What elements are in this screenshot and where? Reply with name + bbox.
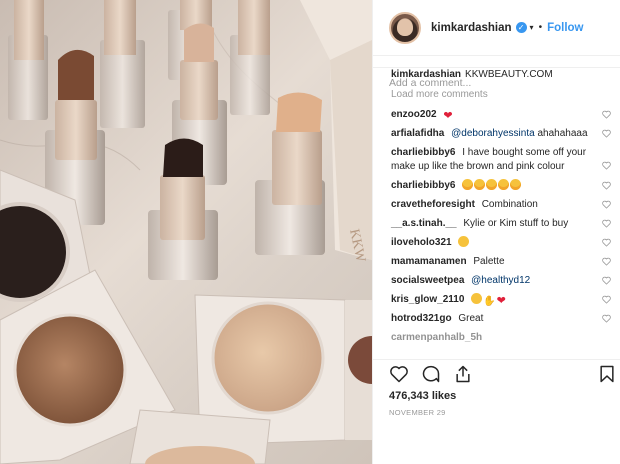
comment-username[interactable]: iloveholo321: [391, 237, 452, 248]
comment-item: charliebibby6 I have bought some off you…: [391, 146, 611, 174]
like-comment-heart-icon[interactable]: [602, 314, 611, 323]
lipstick-photo: KKW: [0, 0, 372, 464]
heart-eyes-emoji-icon: [471, 293, 483, 304]
comment-item: charliebibby6: [391, 179, 611, 193]
add-comment-input[interactable]: [389, 77, 589, 89]
comment-bubble-icon[interactable]: [421, 364, 441, 384]
comment-username[interactable]: kris_glow_2110: [391, 294, 464, 305]
comment-text: Great: [458, 313, 484, 324]
comment-mention[interactable]: @deborahyessinta: [451, 128, 535, 139]
like-comment-heart-icon[interactable]: [602, 110, 611, 119]
comment-text: Combination: [481, 199, 538, 210]
share-icon[interactable]: [453, 364, 473, 384]
action-icons: [389, 360, 614, 392]
laughing-emoji-icon: [498, 179, 510, 190]
post-header: kimkardashian ✓ ▾ • Follow: [373, 0, 620, 56]
like-comment-heart-icon[interactable]: [602, 219, 611, 228]
comment-item: arfialafidha @deborahyessinta ahahahaaa: [391, 127, 611, 141]
comment-username[interactable]: hotrod321go: [391, 313, 452, 324]
comment-item: cravetheforesight Combination: [391, 198, 611, 212]
comment-item: hotrod321go Great: [391, 312, 611, 326]
like-comment-heart-icon[interactable]: [602, 257, 611, 266]
comment-username[interactable]: carmenpanhalb_5h: [391, 332, 482, 343]
like-comment-heart-icon[interactable]: [602, 161, 611, 170]
comment-item: mamamanamen Palette: [391, 255, 611, 269]
clapping-hands-emoji-icon: ✋: [483, 296, 496, 307]
comment-username[interactable]: cravetheforesight: [391, 199, 475, 210]
like-comment-heart-icon[interactable]: [602, 276, 611, 285]
red-heart-emoji-icon: ❤: [496, 295, 506, 307]
follow-button[interactable]: Follow: [547, 22, 583, 34]
comment-item: iloveholo321: [391, 236, 611, 250]
heart-outline-icon[interactable]: [389, 364, 409, 384]
laughing-emoji-icon: [474, 179, 486, 190]
red-heart-emoji-icon: ❤: [443, 110, 453, 122]
laughing-emoji-icon: [510, 179, 522, 190]
avatar[interactable]: [389, 11, 421, 44]
comment-item: socialsweetpea @healthyd12: [391, 274, 611, 288]
comment-username[interactable]: charliebibby6: [391, 147, 455, 158]
chevron-down-icon[interactable]: ▾: [530, 23, 534, 32]
like-comment-heart-icon[interactable]: [602, 295, 611, 304]
comment-username[interactable]: charliebibby6: [391, 180, 455, 191]
like-comment-heart-icon[interactable]: [602, 238, 611, 247]
like-comment-heart-icon[interactable]: [602, 200, 611, 209]
comment-username[interactable]: mamamanamen: [391, 256, 467, 267]
comment-text: Kylie or Kim stuff to buy: [463, 218, 569, 229]
post-sidebar: kimkardashian ✓ ▾ • Follow kimkardashian…: [372, 0, 620, 464]
post-actions: 476,343 likes NOVEMBER 29: [373, 359, 620, 464]
header-username[interactable]: kimkardashian: [431, 22, 512, 34]
separator-dot: •: [538, 22, 543, 33]
laughing-emoji-icon: [462, 179, 474, 190]
comment-username[interactable]: __a.s.tinah.__: [391, 218, 457, 229]
like-comment-heart-icon[interactable]: [602, 181, 611, 190]
comment-username[interactable]: enzoo202: [391, 109, 437, 120]
comment-item: enzoo202 ❤: [391, 108, 611, 122]
comment-username[interactable]: socialsweetpea: [391, 275, 464, 286]
post-date: NOVEMBER 29: [389, 408, 446, 417]
comment-text: ahahahaaa: [537, 128, 588, 139]
comment-username[interactable]: arfialafidha: [391, 128, 444, 139]
verified-badge-icon: ✓: [515, 22, 527, 33]
sunglasses-emoji-icon: [458, 236, 470, 247]
laughing-emoji-icon: [486, 179, 498, 190]
comment-item: kris_glow_2110 ✋❤: [391, 293, 611, 307]
like-comment-heart-icon[interactable]: [602, 129, 611, 138]
comment-text: Palette: [473, 256, 505, 267]
comment-mention[interactable]: @healthyd12: [471, 275, 530, 286]
bookmark-icon[interactable]: [597, 364, 617, 384]
comment-item: carmenpanhalb_5h: [391, 331, 603, 345]
post-photo[interactable]: KKW: [0, 0, 372, 464]
comment-item: __a.s.tinah.__ Kylie or Kim stuff to buy: [391, 217, 611, 231]
add-comment-bar: [373, 67, 620, 105]
